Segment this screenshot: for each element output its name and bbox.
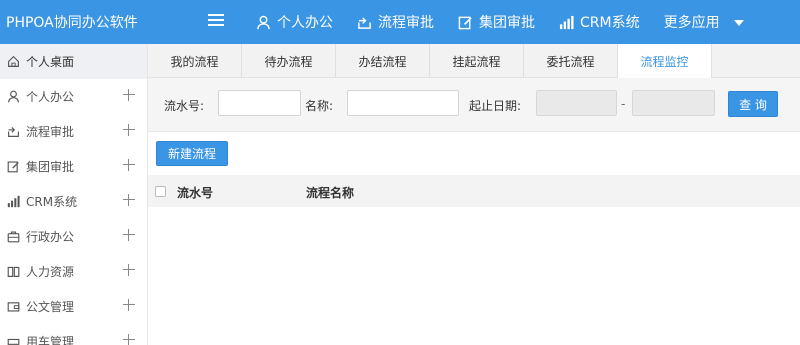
- bar-chart-icon: [559, 15, 574, 29]
- edit-icon: [458, 16, 472, 29]
- date-separator: -: [621, 97, 626, 111]
- expand-plus-icon[interactable]: [123, 299, 135, 311]
- book-icon: [6, 265, 20, 279]
- sidebar-item-flow-approval[interactable]: 流程审批: [0, 114, 147, 149]
- sidebar-item-group-approval[interactable]: 集团审批: [0, 149, 147, 184]
- sidebar: 个人桌面 个人办公 流程审批 集团审批 CRM系统 行政办公 人力资源 公文管理…: [0, 44, 148, 345]
- expand-plus-icon[interactable]: [123, 229, 135, 241]
- tab-suspended-flows[interactable]: 挂起流程: [430, 44, 524, 78]
- sidebar-item-label: 用车管理: [26, 335, 75, 345]
- sidebar-item-label: 流程审批: [26, 125, 75, 139]
- sidebar-item-label: 个人办公: [26, 90, 75, 104]
- flow-icon: [358, 16, 371, 29]
- tab-pending-flows[interactable]: 待办流程: [242, 44, 336, 78]
- sidebar-item-desktop[interactable]: 个人桌面: [0, 44, 147, 79]
- expand-plus-icon[interactable]: [123, 159, 135, 171]
- topnav-flow-approval[interactable]: 流程审批: [357, 12, 434, 32]
- name-input[interactable]: [347, 90, 459, 116]
- search-bar: 流水号: 名称: 起止日期: - 查 询: [148, 78, 800, 132]
- expand-plus-icon[interactable]: [123, 264, 135, 276]
- table-header: 流水号 流程名称: [148, 175, 800, 207]
- more-apps-label: 更多应用: [663, 15, 720, 31]
- flow-tabs: 我的流程 待办流程 办结流程 挂起流程 委托流程 流程监控: [148, 44, 800, 79]
- topnav-personal-office[interactable]: 个人办公: [256, 12, 333, 32]
- tab-my-flows[interactable]: 我的流程: [148, 44, 242, 78]
- end-date-input[interactable]: [632, 90, 715, 116]
- sidebar-item-label: CRM系统: [26, 195, 78, 209]
- edit-icon: [6, 160, 20, 174]
- tab-completed-flows[interactable]: 办结流程: [336, 44, 430, 78]
- expand-plus-icon[interactable]: [123, 334, 135, 345]
- sidebar-item-label: 公文管理: [26, 300, 75, 314]
- folder-icon: [6, 300, 20, 314]
- start-date-input[interactable]: [536, 90, 617, 116]
- bar-chart-icon: [6, 195, 20, 209]
- tab-flow-monitor[interactable]: 流程监控: [618, 44, 712, 79]
- sidebar-item-label: 集团审批: [26, 160, 75, 174]
- tab-delegated-flows[interactable]: 委托流程: [524, 44, 618, 78]
- sidebar-item-label: 个人桌面: [26, 55, 75, 69]
- home-icon: [6, 55, 20, 69]
- sidebar-item-label: 行政办公: [26, 230, 75, 244]
- query-button[interactable]: 查 询: [728, 91, 778, 117]
- select-all-checkbox[interactable]: [155, 186, 166, 197]
- flow-icon: [6, 125, 20, 139]
- column-flow-name: 流程名称: [306, 186, 355, 200]
- briefcase-icon: [6, 230, 20, 244]
- expand-plus-icon[interactable]: [123, 89, 135, 101]
- new-flow-button[interactable]: 新建流程: [156, 141, 228, 166]
- topnav-label: CRM系统: [580, 15, 640, 31]
- expand-plus-icon[interactable]: [123, 124, 135, 136]
- main-content: 我的流程 待办流程 办结流程 挂起流程 委托流程 流程监控 流水号: 名称: 起…: [148, 44, 800, 345]
- sidebar-item-admin-office[interactable]: 行政办公: [0, 219, 147, 254]
- menu-toggle-icon[interactable]: [208, 14, 224, 28]
- topnav-label: 流程审批: [378, 15, 434, 31]
- column-serial: 流水号: [177, 186, 214, 200]
- user-icon: [6, 90, 20, 104]
- sidebar-item-document-mgmt[interactable]: 公文管理: [0, 289, 147, 324]
- sidebar-item-vehicle-mgmt[interactable]: 用车管理: [0, 324, 147, 345]
- sidebar-item-crm[interactable]: CRM系统: [0, 184, 147, 219]
- topnav-group-approval[interactable]: 集团审批: [458, 12, 535, 32]
- app-title: PHPOA协同办公软件: [6, 15, 138, 31]
- sidebar-item-label: 人力资源: [26, 265, 75, 279]
- more-apps-menu[interactable]: 更多应用: [664, 12, 744, 32]
- sidebar-item-hr[interactable]: 人力资源: [0, 254, 147, 289]
- topnav-label: 个人办公: [277, 15, 333, 31]
- user-icon: [257, 15, 270, 29]
- name-label: 名称:: [305, 99, 334, 113]
- sidebar-item-personal-office[interactable]: 个人办公: [0, 79, 147, 114]
- topnav-crm[interactable]: CRM系统: [559, 12, 640, 32]
- top-bar: PHPOA协同办公软件 个人办公 流程审批 集团审批 CRM系统 更多应用: [0, 0, 800, 44]
- car-icon: [6, 335, 20, 345]
- top-nav: 个人办公 流程审批 集团审批 CRM系统 更多应用: [256, 0, 768, 44]
- expand-plus-icon[interactable]: [123, 194, 135, 206]
- serial-input[interactable]: [218, 90, 301, 116]
- date-range-label: 起止日期:: [469, 99, 522, 113]
- topnav-label: 集团审批: [479, 15, 535, 31]
- serial-label: 流水号:: [164, 99, 205, 113]
- caret-down-icon: [733, 20, 744, 26]
